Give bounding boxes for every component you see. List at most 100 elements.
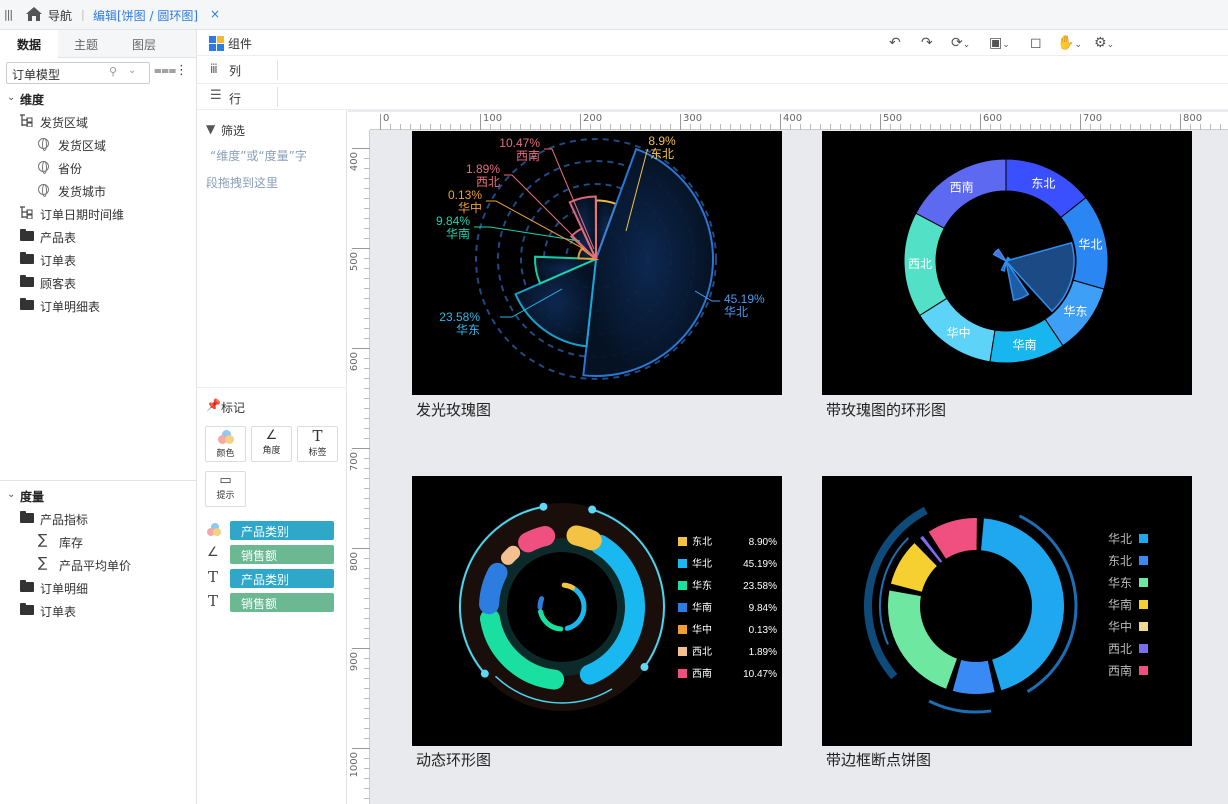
- preview-icon[interactable]: ◻: [1030, 35, 1042, 51]
- legend-label: 东北: [1108, 554, 1132, 568]
- filter-hint-2[interactable]: 段拖拽到这里: [206, 174, 278, 191]
- tree-item[interactable]: 订单明细表: [0, 294, 196, 316]
- menu-icon[interactable]: |||: [4, 8, 13, 21]
- chart-glow-rose[interactable]: 8.9% 东北 45.19% 华北 23.58% 华东 9.84% 华南 0.13% 华中 1.89…: [412, 131, 782, 395]
- refresh-icon[interactable]: ⟳⌄: [951, 35, 970, 51]
- model-select[interactable]: 订单模型 ⚲ ⌄: [6, 62, 150, 84]
- ruler-minor: [1060, 124, 1061, 130]
- tree-item[interactable]: 省份: [0, 156, 196, 178]
- column-shelf[interactable]: ⅲ 列: [197, 56, 1228, 84]
- tree-header[interactable]: ⌄ 维度: [0, 87, 196, 109]
- ruler-minor: [364, 218, 370, 219]
- separator: |: [81, 8, 85, 21]
- mark-angle-button[interactable]: ∠ 角度: [251, 426, 292, 462]
- settings-icon[interactable]: ⚙⌄: [1094, 35, 1114, 51]
- ruler-minor: [1020, 124, 1021, 130]
- tree-item[interactable]: 产品指标: [0, 507, 196, 529]
- tab-theme[interactable]: 主题: [74, 36, 98, 53]
- slice-category-label: 华东: [456, 323, 480, 337]
- chevron-down-icon[interactable]: ⌄: [7, 92, 15, 103]
- search-icon[interactable]: ⚲: [109, 65, 117, 78]
- tree-item-label: 发货区域: [58, 139, 107, 153]
- editor-tab[interactable]: 编辑[饼图 / 圆环图]: [93, 7, 198, 24]
- home-icon[interactable]: [26, 7, 42, 21]
- ruler-minor: [1070, 124, 1071, 130]
- pill-label-field[interactable]: 产品类别: [230, 569, 334, 588]
- legend-label: 华东: [1108, 576, 1132, 590]
- tree-item[interactable]: 发货区域: [0, 110, 196, 132]
- ruler-tick: [1180, 114, 1181, 130]
- folder-icon: [20, 229, 34, 241]
- save-icon[interactable]: ▣⌄: [989, 35, 1010, 51]
- ruler-minor: [740, 124, 741, 130]
- ruler-minor: [364, 658, 370, 659]
- tree-item[interactable]: ∑ 库存: [0, 530, 196, 552]
- ruler-minor: [1130, 124, 1131, 130]
- ruler-minor: [364, 568, 370, 569]
- ruler-minor: [364, 668, 370, 669]
- chevron-down-icon[interactable]: ⌄: [128, 65, 136, 76]
- tree-item[interactable]: 订单表: [0, 248, 196, 270]
- chart-donut-rose[interactable]: 东北 华北 华东 华南 华中 西北 西南: [822, 131, 1192, 395]
- tree-item[interactable]: 发货区域: [0, 133, 196, 155]
- tree-item[interactable]: 顾客表: [0, 271, 196, 293]
- tree-item[interactable]: 产品表: [0, 225, 196, 247]
- pill-label-field-2[interactable]: 销售额: [230, 593, 334, 612]
- filter-icon[interactable]: ⩶: [154, 63, 176, 78]
- tree-header[interactable]: ⌄ 度量: [0, 484, 196, 506]
- pill-angle-field[interactable]: 销售额: [230, 545, 334, 564]
- nav-link[interactable]: 导航: [48, 7, 72, 24]
- ruler-minor: [630, 124, 631, 130]
- tree-item-label: 订单明细: [40, 582, 89, 596]
- ruler-minor: [364, 468, 370, 469]
- panel-tabs: 数据 主题 图层: [0, 30, 196, 58]
- slice-category-label: 华南: [446, 226, 470, 241]
- mark-color-button[interactable]: 颜色: [205, 426, 246, 462]
- ruler-minor: [364, 628, 370, 629]
- color-icon: [207, 523, 223, 539]
- dynamic-ring-svg: 东北 8.90% 华北 45.19% 华东 23.58% 华南 9.84% 华中 0.13% 西北 1…: [458, 502, 777, 711]
- filter-hint[interactable]: “维度”或“度量”字: [210, 147, 307, 164]
- ruler-minor: [364, 598, 370, 599]
- close-tab-icon[interactable]: ×: [210, 7, 220, 21]
- legend-value: 0.13%: [749, 625, 777, 636]
- legend-swatch: [678, 603, 687, 612]
- ring-arc: [479, 562, 508, 615]
- slice-value-label: 8.9%: [648, 134, 676, 148]
- ruler-minor: [690, 124, 691, 130]
- ruler-minor: [970, 124, 971, 130]
- hand-icon[interactable]: ✋⌄: [1057, 35, 1082, 51]
- mark-tooltip-button[interactable]: ▭ 提示: [205, 471, 246, 507]
- ruler-minor: [830, 124, 831, 130]
- tree-item[interactable]: 订单表: [0, 599, 196, 621]
- tree-item[interactable]: 订单明细: [0, 576, 196, 598]
- component-label[interactable]: 组件: [228, 35, 252, 52]
- folder-icon: [20, 511, 34, 523]
- hierarchy-icon: [19, 114, 33, 128]
- mark-label-button[interactable]: T 标签: [297, 426, 338, 462]
- tree-item[interactable]: 订单日期时间维: [0, 202, 196, 224]
- chart-broken-donut[interactable]: 华北 东北 华东 华南 华中 西北 西南: [822, 476, 1192, 746]
- tree-item[interactable]: 发货城市: [0, 179, 196, 201]
- chart-dynamic-ring[interactable]: 东北 8.90% 华北 45.19% 华东 23.58% 华南 9.84% 华中 0.13% 西北 1…: [412, 476, 782, 746]
- ruler-tick: [580, 114, 581, 130]
- tab-data[interactable]: 数据: [17, 36, 41, 53]
- redo-icon[interactable]: ↷: [921, 35, 933, 51]
- pill-color-field[interactable]: 产品类别: [230, 521, 334, 540]
- undo-icon[interactable]: ↶: [889, 35, 901, 51]
- tree-item-label: 产品平均单价: [59, 559, 132, 573]
- tab-layers[interactable]: 图层: [132, 36, 156, 53]
- ruler-minor: [550, 124, 551, 130]
- ruler-minor: [570, 124, 571, 130]
- ruler-minor: [960, 124, 961, 130]
- chevron-down-icon[interactable]: ⌄: [7, 489, 15, 500]
- legend-swatch: [678, 581, 687, 590]
- ruler-corner: [348, 112, 370, 130]
- tree-header-label: 维度: [20, 93, 45, 107]
- color-icon: [217, 430, 234, 444]
- tree-item-label: 库存: [59, 536, 84, 550]
- tree-item[interactable]: ∑ 产品平均单价: [0, 553, 196, 575]
- more-icon[interactable]: ⋮: [175, 63, 188, 78]
- row-shelf[interactable]: ☰ 行: [197, 84, 1228, 110]
- legend-value: 8.90%: [749, 537, 777, 548]
